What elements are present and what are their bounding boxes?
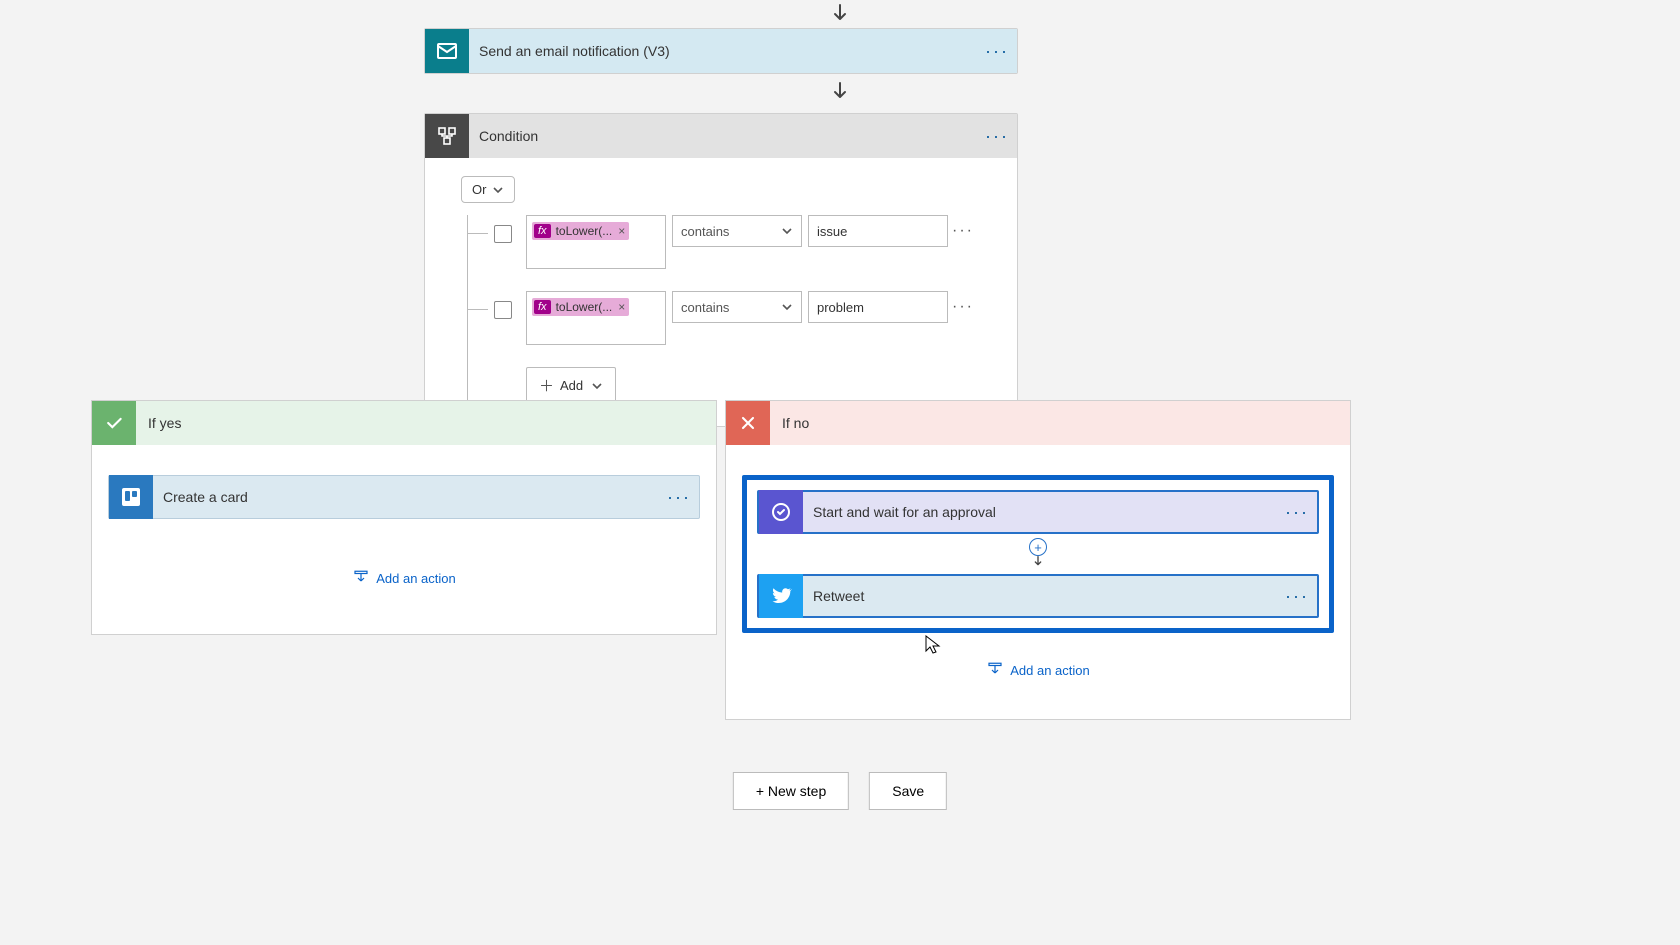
mail-icon [425,29,469,73]
action-title: Retweet [803,588,1277,604]
rule-menu-button[interactable]: ··· [948,215,978,247]
action-menu-button[interactable]: ··· [1277,502,1317,523]
remove-token-icon[interactable]: × [618,300,625,314]
branch-title: If yes [136,415,181,431]
add-action-label: Add an action [376,571,456,586]
branch-if-yes: If yes Create a card ··· Add an action [91,400,717,635]
add-action-button[interactable]: Add an action [108,569,700,587]
action-menu-button[interactable]: ··· [1277,586,1317,607]
connector-arrow [828,80,852,104]
fx-badge: fx [534,300,551,314]
rule-operator-select[interactable]: contains [672,291,802,323]
action-start-approval[interactable]: Start and wait for an approval ··· [757,490,1319,534]
action-create-card[interactable]: Create a card ··· [108,475,700,519]
branch-if-no: If no Start and wait for an approval ···… [725,400,1351,720]
logic-group-label: Or [472,182,486,197]
flow-canvas: Send an email notification (V3) ··· Cond… [0,0,1680,945]
rule-left-operand[interactable]: fx toLower(... × [526,291,666,345]
action-retweet[interactable]: Retweet ··· [757,574,1319,618]
branch-header[interactable]: If no [726,401,1350,445]
new-step-button[interactable]: + New step [733,772,849,810]
selected-actions-group: Start and wait for an approval ··· + Ret… [742,475,1334,633]
add-action-button[interactable]: Add an action [742,661,1334,679]
rule-row: fx toLower(... × contains ··· [494,215,981,269]
condition-icon [425,114,469,158]
save-button[interactable]: Save [869,772,947,810]
step-title: Condition [469,128,977,144]
operator-label: contains [681,300,729,315]
close-icon [726,401,770,445]
logic-group-selector[interactable]: Or [461,176,515,203]
footer-buttons: + New step Save [733,772,947,810]
step-send-email[interactable]: Send an email notification (V3) ··· [424,28,1018,74]
step-title: Send an email notification (V3) [469,43,977,59]
branch-title: If no [770,415,809,431]
fx-token: fx toLower(... × [532,222,629,240]
rule-checkbox[interactable] [494,225,512,243]
action-title: Start and wait for an approval [803,504,1277,520]
rule-value-input[interactable] [808,291,948,323]
remove-token-icon[interactable]: × [618,224,625,238]
fx-badge: fx [534,224,551,238]
action-title: Create a card [153,489,659,505]
fx-text: toLower(... [556,224,613,238]
step-menu-button[interactable]: ··· [977,114,1017,158]
rule-value-input[interactable] [808,215,948,247]
add-rule-label: Add [560,378,583,393]
action-menu-button[interactable]: ··· [659,487,699,508]
fx-text: toLower(... [556,300,613,314]
approval-icon [759,490,803,534]
add-rule-button[interactable]: ＋ Add [526,367,616,404]
check-icon [92,401,136,445]
add-action-label: Add an action [1010,663,1090,678]
trello-icon [109,475,153,519]
rule-operator-select[interactable]: contains [672,215,802,247]
rule-checkbox[interactable] [494,301,512,319]
insert-step-connector: + [757,538,1319,570]
rule-menu-button[interactable]: ··· [948,291,978,323]
plus-icon: ＋ [539,375,554,396]
fx-token: fx toLower(... × [532,298,629,316]
twitter-icon [759,574,803,618]
rule-row: fx toLower(... × contains ··· [494,291,981,345]
rule-rows: fx toLower(... × contains ··· [467,215,981,404]
rule-left-operand[interactable]: fx toLower(... × [526,215,666,269]
condition-body: Or fx toLower(... × contains [425,158,1017,426]
branch-header[interactable]: If yes [92,401,716,445]
step-menu-button[interactable]: ··· [977,29,1017,73]
operator-label: contains [681,224,729,239]
step-condition[interactable]: Condition ··· Or fx toLower(... × [424,113,1018,427]
connector-arrow [828,2,852,26]
